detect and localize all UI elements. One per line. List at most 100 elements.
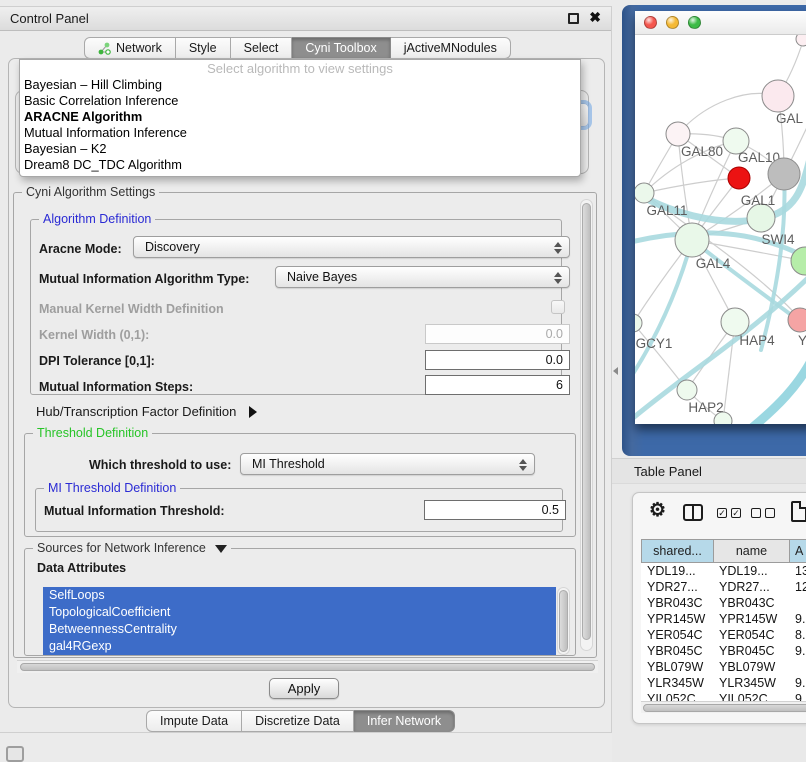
network-canvas[interactable]: GALGAL80GAL10GAL1GAL11SWI4GAL4GCY1HAP4YH… <box>635 35 806 424</box>
tab-jactivemnodules[interactable]: jActiveMNodules <box>391 37 511 59</box>
table-hscrollbar[interactable] <box>641 701 806 713</box>
close-traffic-light-icon[interactable] <box>644 16 657 29</box>
network-edge-highlighted[interactable] <box>635 240 692 383</box>
combo-value: Naive Bayes <box>287 270 357 284</box>
network-node[interactable] <box>666 122 690 146</box>
sources-group: Sources for Network Inference Data Attri… <box>24 548 576 656</box>
restore-panel-icon[interactable] <box>6 746 24 762</box>
table-column-header[interactable]: shared... <box>642 540 714 563</box>
table-row[interactable]: YBL079WYBL079W <box>641 659 806 675</box>
tab-label: Select <box>244 41 279 55</box>
group-title: Threshold Definition <box>33 426 152 440</box>
network-node-label: GAL1 <box>741 193 776 208</box>
network-node-label: GCY1 <box>636 336 673 351</box>
network-node[interactable] <box>635 183 654 203</box>
gear-icon[interactable]: ⚙ <box>649 499 666 522</box>
table-row[interactable]: YDR27...YDR27...12 <box>641 579 806 595</box>
attribute-list-item[interactable]: gal4RGexp <box>43 638 556 655</box>
dpi-tolerance-field[interactable] <box>425 350 570 370</box>
scrollbar-thumb[interactable] <box>559 590 568 652</box>
network-node[interactable] <box>721 308 749 336</box>
table-panel-title: Table Panel <box>634 464 702 479</box>
mi-steps-field[interactable] <box>425 375 570 395</box>
table-row[interactable]: YBR043CYBR043C <box>641 595 806 611</box>
tab-cyni-toolbox[interactable]: Cyni Toolbox <box>292 37 390 59</box>
table-row[interactable]: YIL052CYIL052C9. <box>641 691 806 701</box>
table-panel-titlebar: Table Panel <box>612 458 806 484</box>
dropdown-item[interactable]: Dream8 DC_TDC Algorithm <box>20 157 580 173</box>
combo-value: MI Threshold <box>252 457 325 471</box>
table-column-header[interactable]: name <box>714 540 790 563</box>
control-panel-window: Control Panel ✖ Network Style Select Cyn… <box>0 6 612 733</box>
network-node[interactable] <box>728 167 750 189</box>
attribute-list-item[interactable]: SelfLoops <box>43 587 556 604</box>
dropdown-item[interactable]: Bayesian – Hill Climbing <box>20 77 580 93</box>
manual-kernel-width-checkbox[interactable] <box>551 300 565 314</box>
aracne-mode-label: Aracne Mode: <box>39 242 122 256</box>
kernel-width-field[interactable] <box>425 324 570 344</box>
mutual-information-threshold-field[interactable] <box>424 500 566 520</box>
tab-select[interactable]: Select <box>231 37 293 59</box>
table-row[interactable]: YBR045CYBR045C9. <box>641 643 806 659</box>
checked-box-icon: ✓ <box>731 508 741 518</box>
table-cell: YDR27... <box>713 579 789 595</box>
network-node[interactable] <box>677 380 697 400</box>
tab-label: Impute Data <box>160 714 228 728</box>
scrollbar-thumb[interactable] <box>582 203 591 640</box>
select-all-checkbox-icon[interactable]: ✓ ✓ <box>717 508 741 518</box>
float-panel-icon[interactable] <box>568 13 579 24</box>
aracne-mode-combo[interactable]: Discovery <box>133 236 570 258</box>
network-edge-highlighted[interactable] <box>753 361 806 424</box>
new-table-icon[interactable] <box>791 501 806 522</box>
settings-scrollbar[interactable] <box>580 199 593 651</box>
network-node[interactable] <box>762 80 794 112</box>
which-threshold-label: Which threshold to use: <box>89 458 231 472</box>
network-node-label: GAL11 <box>646 203 687 218</box>
table-row[interactable]: YLR345WYLR345W9. <box>641 675 806 691</box>
dropdown-item[interactable]: Bayesian – K2 <box>20 141 580 157</box>
tab-infer-network[interactable]: Infer Network <box>354 710 455 732</box>
network-node[interactable] <box>747 204 775 232</box>
control-panel-tabbar: Network Style Select Cyni Toolbox jActiv… <box>84 37 511 59</box>
attributes-scrollbar[interactable] <box>557 587 570 655</box>
zoom-traffic-light-icon[interactable] <box>688 16 701 29</box>
which-threshold-combo[interactable]: MI Threshold <box>240 453 535 475</box>
scrollbar-thumb[interactable] <box>20 663 595 671</box>
table-row[interactable]: YPR145WYPR145W9. <box>641 611 806 627</box>
network-node[interactable] <box>675 223 709 257</box>
network-node[interactable] <box>635 314 642 332</box>
mutual-information-threshold-label: Mutual Information Threshold: <box>44 504 225 518</box>
table-cell: YPR145W <box>713 611 789 627</box>
scrollbar-thumb[interactable] <box>643 704 806 712</box>
split-view-icon[interactable] <box>683 504 703 521</box>
attribute-list-item[interactable]: TopologicalCoefficient <box>43 604 556 621</box>
attribute-list-item[interactable]: BetweennessCentrality <box>43 621 556 638</box>
table-cell: YBR043C <box>713 595 789 611</box>
minimize-traffic-light-icon[interactable] <box>666 16 679 29</box>
network-node[interactable] <box>796 35 806 46</box>
dropdown-item[interactable]: ARACNE Algorithm <box>20 109 580 125</box>
panel-splitter-handle[interactable] <box>613 367 618 375</box>
dropdown-item[interactable]: Basic Correlation Inference <box>20 93 580 109</box>
table-column-header[interactable]: A <box>790 540 806 563</box>
table-row[interactable]: YER054CYER054C8. <box>641 627 806 643</box>
hub-transcription-expander[interactable]: Hub/Transcription Factor Definition <box>36 403 257 421</box>
mi-algorithm-type-combo[interactable]: Naive Bayes <box>275 266 570 288</box>
settings-hscrollbar[interactable] <box>17 660 598 673</box>
deselect-all-checkbox-icon[interactable] <box>751 508 775 518</box>
close-panel-icon[interactable]: ✖ <box>589 9 601 26</box>
mi-threshold-definition-group: MI Threshold Definition Mutual Informati… <box>35 488 563 532</box>
network-node[interactable] <box>768 158 800 190</box>
sources-expander[interactable]: Sources for Network Inference <box>33 541 231 555</box>
network-node-label: GAL80 <box>681 144 723 159</box>
tab-network[interactable]: Network <box>84 37 176 59</box>
tab-discretize-data[interactable]: Discretize Data <box>242 710 354 732</box>
table-row[interactable]: YDL19...YDL19...13 <box>641 563 806 579</box>
network-svg: GALGAL80GAL10GAL1GAL11SWI4GAL4GCY1HAP4YH… <box>635 35 806 424</box>
network-node[interactable] <box>788 308 806 332</box>
tab-impute-data[interactable]: Impute Data <box>146 710 242 732</box>
dropdown-item[interactable]: Mutual Information Inference <box>20 125 580 141</box>
apply-button[interactable]: Apply <box>269 678 339 699</box>
tab-label: Style <box>189 41 217 55</box>
tab-style[interactable]: Style <box>176 37 231 59</box>
